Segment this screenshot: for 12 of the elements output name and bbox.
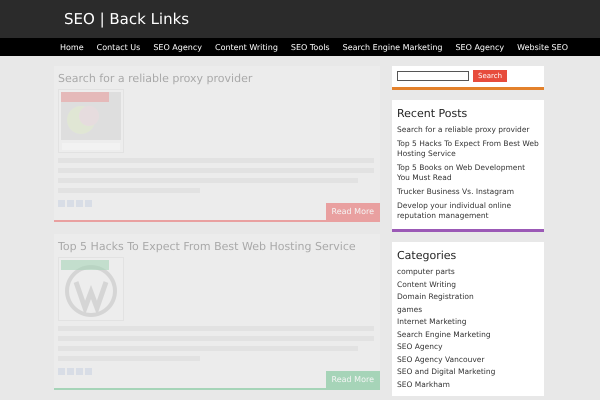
nav-link[interactable]: SEO Agency <box>455 42 504 52</box>
nav-link[interactable]: Search Engine Marketing <box>342 42 442 52</box>
nav-link[interactable]: Content Writing <box>214 42 278 52</box>
search-field[interactable] <box>397 71 469 81</box>
nav-link[interactable]: SEO Tools <box>290 42 330 52</box>
nav-link[interactable]: Website SEO <box>517 42 568 52</box>
nav-link[interactable]: Home <box>60 42 84 52</box>
nav-link[interactable]: SEO Agency <box>153 42 202 52</box>
widget-title: Categories <box>397 249 458 262</box>
site-title[interactable]: SEO | Back Links <box>64 10 190 28</box>
nav-link[interactable]: Contact Us <box>96 42 140 52</box>
widget-title: Recent Posts <box>397 107 468 120</box>
